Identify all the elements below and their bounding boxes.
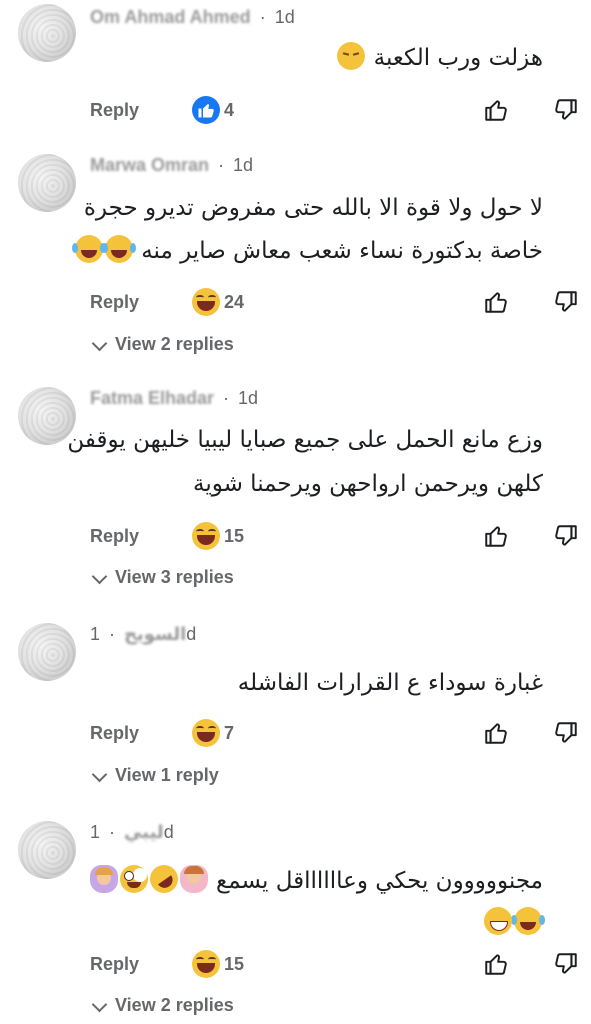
reply-button[interactable]: Reply <box>90 287 139 317</box>
reply-button[interactable]: Reply <box>90 949 139 979</box>
chevron-down-icon <box>91 766 108 783</box>
chevron-down-icon <box>91 568 108 585</box>
haha-reaction-icon[interactable] <box>192 950 220 978</box>
timestamp: 1d <box>274 7 295 27</box>
thumbs-down-icon[interactable] <box>553 97 579 123</box>
comment-meta: Marwa Omran · 1d <box>90 155 254 175</box>
view-replies-button[interactable]: View 3 replies <box>90 564 234 590</box>
thumbs-up-icon[interactable] <box>483 951 509 977</box>
joy-face-icon <box>101 235 133 263</box>
comment-text: هزلت ورب الكعبة <box>336 38 543 78</box>
zany-face-icon <box>119 865 148 893</box>
reply-button[interactable]: Reply <box>90 95 139 125</box>
comment-text: مجنووووون يحكي وعااااااقل يسمع <box>89 859 543 901</box>
person-gesturing-icon <box>89 865 118 893</box>
comment-actions: Reply 4 <box>0 95 591 125</box>
comment-meta: ليبي · 1d <box>90 822 174 842</box>
comment-line: مجنووووون يحكي وعااااااقل يسمع <box>215 868 543 894</box>
thumbs-up-icon[interactable] <box>483 97 509 123</box>
comment-line: غبارة سوداء ع القرارات الفاشله <box>237 670 543 696</box>
chevron-down-icon <box>91 335 108 352</box>
timestamp: 1d <box>233 155 254 175</box>
haha-reaction-icon[interactable] <box>192 522 220 550</box>
avatar[interactable] <box>18 154 76 212</box>
reply-button[interactable]: Reply <box>90 521 139 551</box>
author-name[interactable]: السويح <box>124 624 186 644</box>
thumbs-down-icon[interactable] <box>553 289 579 315</box>
avatar[interactable] <box>18 623 76 681</box>
view-replies-button[interactable]: View 1 reply <box>90 762 219 788</box>
thumbs-up-icon[interactable] <box>483 289 509 315</box>
chevron-down-icon <box>91 996 108 1013</box>
comment-meta: Om Ahmad Ahmed · 1d <box>90 7 295 27</box>
author-name[interactable]: Om Ahmad Ahmed <box>90 7 251 27</box>
reaction-count: 15 <box>224 954 245 974</box>
comment-actions: Reply 15 <box>0 949 591 979</box>
comment-text: كلهن ويرحمن ارواحهن ويرحمنا شوية <box>193 464 543 504</box>
view-replies-button[interactable]: View 2 replies <box>90 992 234 1018</box>
view-replies-label: View 2 replies <box>115 995 234 1015</box>
comment-text: خاصة بدكتورة نساء شعب معاش صاير منه <box>71 231 543 271</box>
thumbs-down-icon[interactable] <box>553 523 579 549</box>
joy-face-icon <box>511 907 542 935</box>
reaction-count: 15 <box>224 526 245 546</box>
comment-actions: Reply 24 <box>0 287 591 317</box>
pensive-face-icon <box>337 42 366 70</box>
thumbs-down-icon[interactable] <box>553 720 579 746</box>
author-name[interactable]: ليبي <box>124 822 164 842</box>
comment-line: هزلت ورب الكعبة <box>373 45 543 71</box>
like-reaction-icon[interactable] <box>192 96 220 124</box>
thumbs-up-icon[interactable] <box>483 523 509 549</box>
view-replies-button[interactable]: View 2 replies <box>90 331 234 357</box>
comment-meta: Fatma Elhadar · 1d <box>90 388 259 408</box>
comment-line: كلهن ويرحمن ارواحهن ويرحمنا شوية <box>192 471 543 497</box>
comment-line: خاصة بدكتورة نساء شعب معاش صاير منه <box>141 238 543 264</box>
comment-text: وزع مانع الحمل على جميع صبايا ليبيا خليه… <box>67 420 543 460</box>
author-name[interactable]: Fatma Elhadar <box>90 388 214 408</box>
haha-reaction-icon[interactable] <box>192 719 220 747</box>
view-replies-label: View 1 reply <box>115 765 219 785</box>
grinning-face-icon <box>484 907 512 935</box>
comment-line: لا حول ولا قوة الا بالله حتى مفروض تديرو… <box>83 195 543 221</box>
thumbs-up-icon[interactable] <box>483 720 509 746</box>
comment-actions: Reply 15 <box>0 521 591 551</box>
avatar[interactable] <box>18 4 76 62</box>
comment-actions: Reply 7 <box>0 718 591 748</box>
view-replies-label: View 3 replies <box>115 567 234 587</box>
comment-text: غبارة سوداء ع القرارات الفاشله <box>238 663 543 703</box>
reaction-count: 24 <box>224 292 245 312</box>
joy-face-icon <box>71 235 103 263</box>
reaction-count: 7 <box>224 723 235 743</box>
thumbs-down-icon[interactable] <box>553 951 579 977</box>
timestamp: 1d <box>238 388 259 408</box>
author-name[interactable]: Marwa Omran <box>90 155 209 175</box>
reaction-count: 4 <box>224 100 235 120</box>
comment-text <box>483 903 543 943</box>
reply-button[interactable]: Reply <box>90 718 139 748</box>
avatar[interactable] <box>18 821 76 879</box>
comment-line: وزع مانع الحمل على جميع صبايا ليبيا خليه… <box>67 427 543 453</box>
comment-text: لا حول ولا قوة الا بالله حتى مفروض تديرو… <box>84 188 543 228</box>
person-raising-hand-icon <box>179 865 208 893</box>
rofl-face-icon <box>144 859 184 899</box>
comment-meta: السويح · 1d <box>90 624 197 644</box>
view-replies-label: View 2 replies <box>115 334 234 354</box>
haha-reaction-icon[interactable] <box>192 288 220 316</box>
